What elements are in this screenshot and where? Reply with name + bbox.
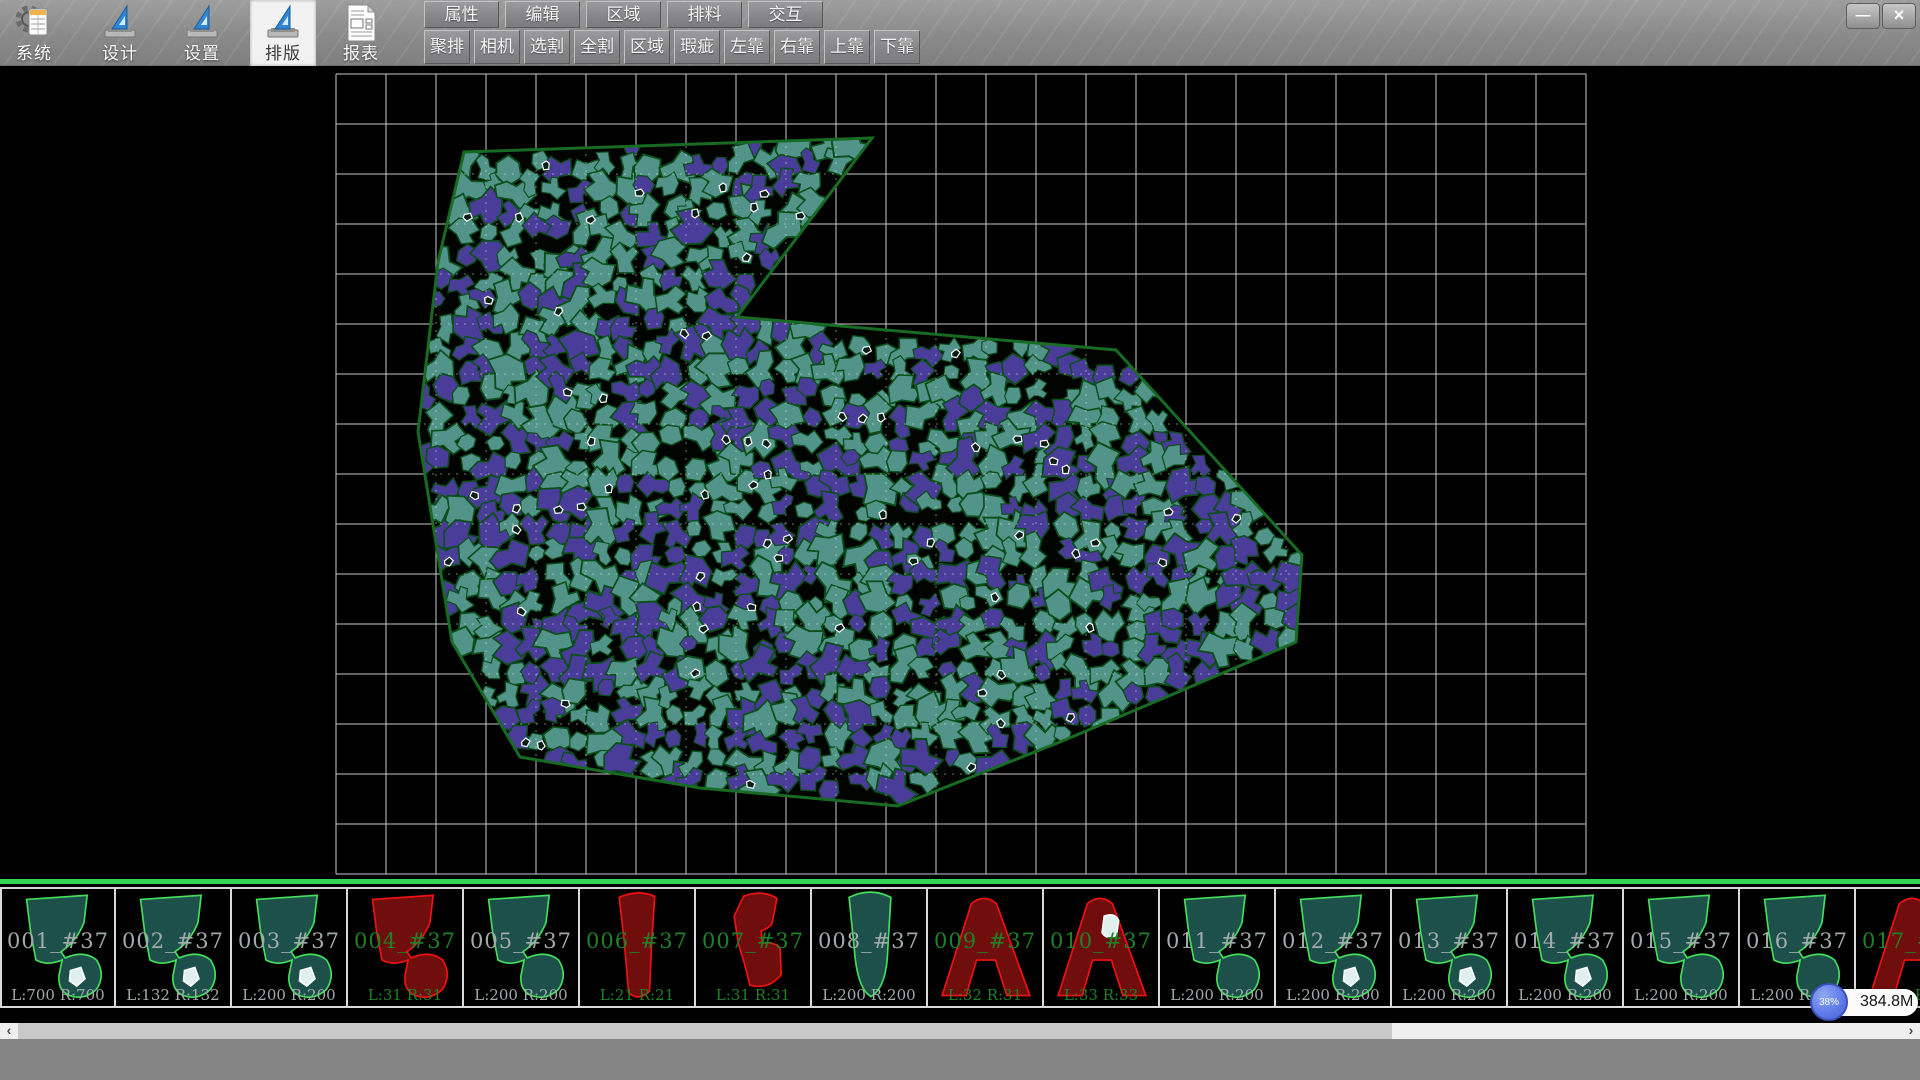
piece-name: 001_#37: [2, 929, 114, 953]
setsquare-icon: [183, 3, 221, 43]
scroll-left-icon[interactable]: ‹: [0, 1023, 18, 1039]
piece-lr-count: L:200 R:200: [464, 986, 578, 1004]
nav-label: 设置: [169, 39, 235, 64]
scroll-right-icon[interactable]: ›: [1902, 1023, 1920, 1039]
piece-lr-count: L:132 R:132: [116, 986, 230, 1004]
piece-lr-count: L:200 R:200: [1392, 986, 1506, 1004]
piece-name: 005_#37: [464, 929, 578, 953]
piece-thumbnail-015[interactable]: 015_#37 L:200 R:200: [1624, 889, 1740, 1006]
piece-name: 015_#37: [1624, 929, 1738, 953]
setsquare-icon: [264, 3, 302, 43]
menu-2-button[interactable]: 编辑: [505, 1, 580, 28]
piece-lr-count: L:200 R:200: [1508, 986, 1622, 1004]
piece-thumbnail-012[interactable]: 012_#37 L:200 R:200: [1276, 889, 1392, 1006]
tool-3-button[interactable]: 选割: [524, 30, 570, 64]
piece-lr-count: L:700 R:700: [2, 986, 114, 1004]
piece-lr-count: L:33 R:33: [1044, 986, 1158, 1004]
menu-3-button[interactable]: 区域: [586, 1, 661, 28]
piece-thumbnail-014[interactable]: 014_#37 L:200 R:200: [1508, 889, 1624, 1006]
tool-4-button[interactable]: 全割: [574, 30, 620, 64]
tool-2-button[interactable]: 相机: [474, 30, 520, 64]
nesting-toolbar: 聚排相机选割全割区域瑕疵左靠右靠上靠下靠: [424, 30, 920, 64]
piece-lr-count: L:200 R:200: [1160, 986, 1274, 1004]
tool-7-button[interactable]: 左靠: [724, 30, 770, 64]
piece-thumbnail-005[interactable]: 005_#37 L:200 R:200: [464, 889, 580, 1006]
tool-9-button[interactable]: 上靠: [824, 30, 870, 64]
minimize-button[interactable]: —: [1846, 3, 1880, 29]
piece-name: 007_#37: [696, 929, 810, 953]
piece-lr-count: L:31 R:31: [696, 986, 810, 1004]
memory-value: 384.8M: [1860, 993, 1913, 1011]
menu-4-button[interactable]: 排料: [667, 1, 742, 28]
horizontal-scrollbar[interactable]: ‹ ›: [0, 1023, 1920, 1039]
piece-name: 016_#37: [1740, 929, 1854, 953]
piece-name: 002_#37: [116, 929, 230, 953]
nav-4-button[interactable]: 排版: [250, 0, 316, 66]
piece-thumbnail-003[interactable]: 003_#37 L:200 R:200: [232, 889, 348, 1006]
piece-thumbnail-006[interactable]: 006_#37 L:21 R:21: [580, 889, 696, 1006]
tool-6-button[interactable]: 瑕疵: [674, 30, 720, 64]
piece-lr-count: L:31 R:31: [348, 986, 462, 1004]
piece-lr-count: L:200 R:200: [812, 986, 926, 1004]
nesting-canvas[interactable]: [0, 66, 1920, 879]
menu-5-button[interactable]: 交互: [748, 1, 823, 28]
piece-name: 011_#37: [1160, 929, 1274, 953]
piece-lr-count: L:200 R:200: [1624, 986, 1738, 1004]
piece-name: 004_#37: [348, 929, 462, 953]
piece-name: 012_#37: [1276, 929, 1390, 953]
piece-name: 013_#37: [1392, 929, 1506, 953]
piece-name: 009_#37: [928, 929, 1042, 953]
piece-thumbnail-004[interactable]: 004_#37 L:31 R:31: [348, 889, 464, 1006]
tool-10-button[interactable]: 下靠: [874, 30, 920, 64]
piece-name: 014_#37: [1508, 929, 1622, 953]
piece-name: 010_#37: [1044, 929, 1158, 953]
nav-2-button[interactable]: 设计: [87, 0, 153, 66]
nav-label: 设计: [87, 39, 153, 64]
tool-8-button[interactable]: 右靠: [774, 30, 820, 64]
piece-thumbnail-001[interactable]: 001_#37 L:700 R:700: [0, 889, 116, 1006]
gear-doc-icon: [15, 3, 53, 43]
progress-percent: 38%: [1812, 997, 1846, 1008]
title-toolbar: 系统设计设置排版报表 属性编辑区域排料交互 聚排相机选割全割区域瑕疵左靠右靠上靠…: [0, 0, 1920, 66]
nav-5-button[interactable]: 报表: [328, 0, 394, 66]
nav-label: 报表: [328, 39, 394, 64]
piece-name: 008_#37: [812, 929, 926, 953]
piece-list: 001_#37L:700 R:700002_#37L:132 R:132003_…: [0, 887, 1920, 1008]
piece-lr-count: L:200 R:200: [1276, 986, 1390, 1004]
status-bar: [0, 1039, 1920, 1080]
nav-label: 排版: [250, 39, 316, 64]
piece-thumbnail-013[interactable]: 013_#37 L:200 R:200: [1392, 889, 1508, 1006]
piece-lr-count: L:32 R:31: [928, 986, 1042, 1004]
piece-thumbnail-011[interactable]: 011_#37 L:200 R:200: [1160, 889, 1276, 1006]
menu-bar: 属性编辑区域排料交互: [424, 1, 823, 28]
progress-circle: 38%: [1810, 983, 1848, 1021]
piece-thumbnail-010[interactable]: 010_#37 L:33 R:33: [1044, 889, 1160, 1006]
piece-thumbnail-007[interactable]: 007_#37 L:31 R:31: [696, 889, 812, 1006]
tool-1-button[interactable]: 聚排: [424, 30, 470, 64]
nav-3-button[interactable]: 设置: [169, 0, 235, 66]
close-button[interactable]: ×: [1882, 3, 1916, 29]
piece-thumbnail-009[interactable]: 009_#37 L:32 R:31: [928, 889, 1044, 1006]
setsquare-icon: [101, 3, 139, 43]
piece-name: 006_#37: [580, 929, 694, 953]
piece-filmstrip: 001_#37L:700 R:700002_#37L:132 R:132003_…: [0, 884, 1920, 1010]
piece-lr-count: L:21 R:21: [580, 986, 694, 1004]
scrollbar-thumb[interactable]: [18, 1023, 1392, 1039]
piece-lr-count: L:200 R:200: [232, 986, 346, 1004]
menu-1-button[interactable]: 属性: [424, 1, 499, 28]
piece-thumbnail-008[interactable]: 008_#37 L:200 R:200: [812, 889, 928, 1006]
piece-name: 003_#37: [232, 929, 346, 953]
report-doc-icon: [342, 3, 380, 43]
piece-thumbnail-002[interactable]: 002_#37 L:132 R:132: [116, 889, 232, 1006]
nav-label: 系统: [1, 39, 67, 64]
tool-5-button[interactable]: 区域: [624, 30, 670, 64]
piece-name: 017_#37: [1856, 929, 1920, 953]
app-window: 系统设计设置排版报表 属性编辑区域排料交互 聚排相机选割全割区域瑕疵左靠右靠上靠…: [0, 0, 1920, 1080]
nav-1-button[interactable]: 系统: [1, 0, 67, 66]
